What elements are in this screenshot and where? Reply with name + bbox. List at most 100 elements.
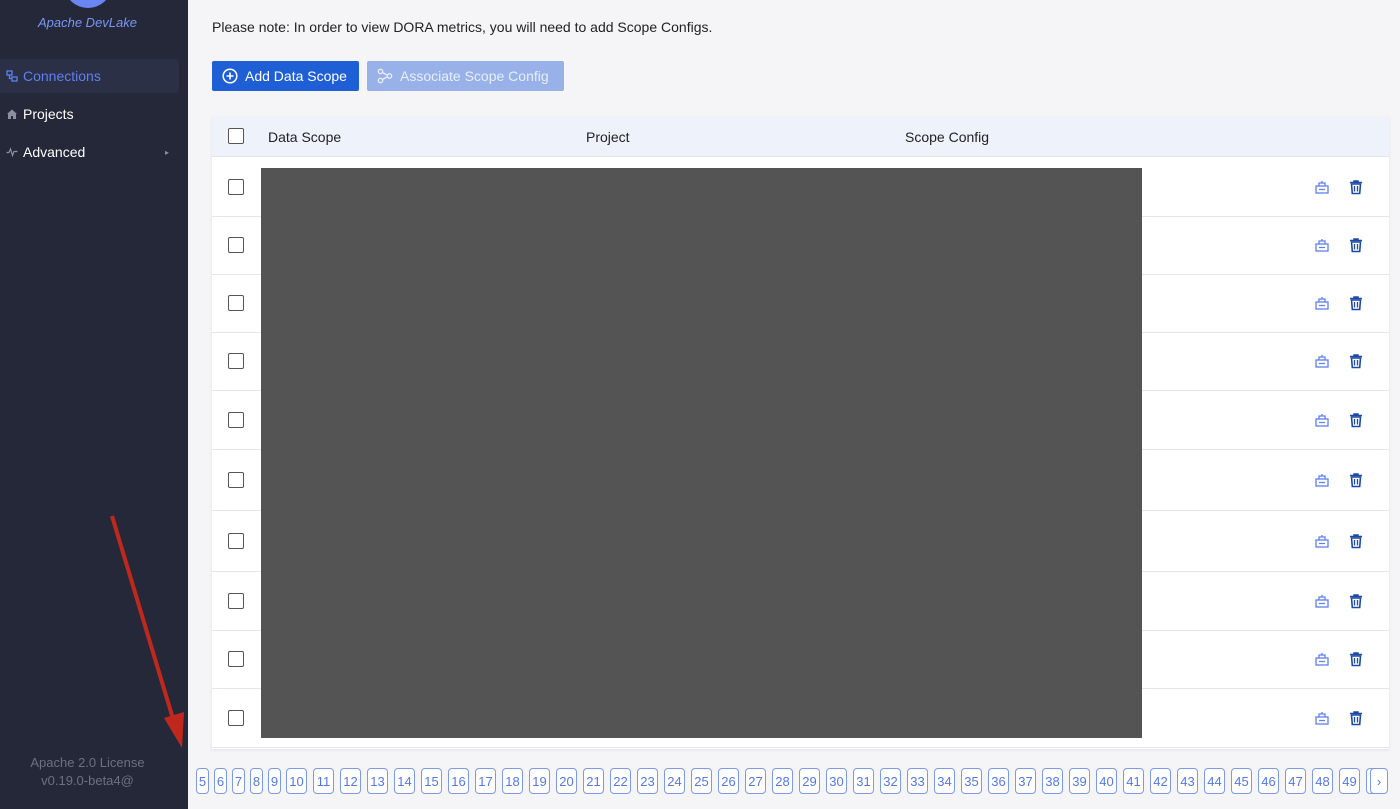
- delete-icon[interactable]: [1348, 412, 1364, 428]
- branch-icon: [377, 68, 393, 84]
- delete-icon[interactable]: [1348, 472, 1364, 488]
- page-button[interactable]: 20: [556, 768, 577, 794]
- sidebar-item-projects[interactable]: Projects: [0, 97, 179, 131]
- page-button[interactable]: 48: [1312, 768, 1333, 794]
- delete-icon[interactable]: [1348, 710, 1364, 726]
- select-all-checkbox[interactable]: [228, 128, 244, 144]
- scope-config-icon[interactable]: [1314, 353, 1330, 369]
- page-button[interactable]: 6: [214, 768, 227, 794]
- sidebar-item-connections[interactable]: Connections: [0, 59, 179, 93]
- page-button[interactable]: 41: [1123, 768, 1144, 794]
- page-button[interactable]: 28: [772, 768, 793, 794]
- scope-config-icon[interactable]: [1314, 472, 1330, 488]
- page-button[interactable]: 38: [1042, 768, 1063, 794]
- page-button[interactable]: 49: [1339, 768, 1360, 794]
- page-button[interactable]: 35: [961, 768, 982, 794]
- scope-config-icon[interactable]: [1314, 237, 1330, 253]
- page-button[interactable]: 9: [268, 768, 281, 794]
- page-button[interactable]: 21: [583, 768, 604, 794]
- page-button[interactable]: 16: [448, 768, 469, 794]
- page-button[interactable]: 13: [367, 768, 388, 794]
- delete-icon[interactable]: [1348, 295, 1364, 311]
- redacted-content: [261, 168, 1142, 738]
- page-button[interactable]: 34: [934, 768, 955, 794]
- delete-icon[interactable]: [1348, 179, 1364, 195]
- associate-scope-config-button[interactable]: Associate Scope Config: [367, 61, 564, 91]
- delete-icon[interactable]: [1348, 237, 1364, 253]
- dora-note: Please note: In order to view DORA metri…: [212, 19, 713, 35]
- page-button[interactable]: 43: [1177, 768, 1198, 794]
- delete-icon[interactable]: [1348, 533, 1364, 549]
- row-checkbox[interactable]: [228, 710, 244, 726]
- scope-config-icon[interactable]: [1314, 179, 1330, 195]
- page-button[interactable]: 14: [394, 768, 415, 794]
- page-button[interactable]: 40: [1096, 768, 1117, 794]
- table-header: Data Scope Project Scope Config: [212, 117, 1389, 157]
- page-button[interactable]: 46: [1258, 768, 1279, 794]
- row-checkbox[interactable]: [228, 179, 244, 195]
- page-button[interactable]: 8: [250, 768, 263, 794]
- page-button[interactable]: 17: [475, 768, 496, 794]
- delete-icon[interactable]: [1348, 353, 1364, 369]
- row-checkbox[interactable]: [228, 651, 244, 667]
- page-button[interactable]: 24: [664, 768, 685, 794]
- page-button[interactable]: 26: [718, 768, 739, 794]
- row-checkbox[interactable]: [228, 353, 244, 369]
- page-button[interactable]: 30: [826, 768, 847, 794]
- row-checkbox[interactable]: [228, 295, 244, 311]
- page-button[interactable]: 42: [1150, 768, 1171, 794]
- page-button[interactable]: 47: [1285, 768, 1306, 794]
- delete-icon[interactable]: [1348, 651, 1364, 667]
- row-checkbox[interactable]: [228, 412, 244, 428]
- scope-config-icon[interactable]: [1314, 593, 1330, 609]
- page-button[interactable]: 10: [286, 768, 307, 794]
- page-button[interactable]: 33: [907, 768, 928, 794]
- page-button[interactable]: 23: [637, 768, 658, 794]
- scope-config-icon[interactable]: [1314, 651, 1330, 667]
- row-checkbox[interactable]: [228, 472, 244, 488]
- license-text: Apache 2.0 License: [30, 755, 145, 770]
- page-button[interactable]: 18: [502, 768, 523, 794]
- scope-config-icon[interactable]: [1314, 295, 1330, 311]
- sidebar: Apache DevLake Connections Projects Adva…: [0, 0, 188, 809]
- page-button[interactable]: 44: [1204, 768, 1225, 794]
- page-button[interactable]: 11: [313, 768, 334, 794]
- page-button[interactable]: 12: [340, 768, 361, 794]
- page-button[interactable]: 45: [1231, 768, 1252, 794]
- page-button[interactable]: 32: [880, 768, 901, 794]
- page-button[interactable]: 25: [691, 768, 712, 794]
- page-button[interactable]: 7: [232, 768, 245, 794]
- page-button[interactable]: 36: [988, 768, 1009, 794]
- next-page-button[interactable]: ›: [1370, 768, 1388, 794]
- page-button[interactable]: 39: [1069, 768, 1090, 794]
- page-button[interactable]: 5: [196, 768, 209, 794]
- row-checkbox[interactable]: [228, 593, 244, 609]
- scope-config-icon[interactable]: [1314, 412, 1330, 428]
- plus-circle-icon: [222, 68, 238, 84]
- page-button[interactable]: 31: [853, 768, 874, 794]
- sidebar-item-advanced[interactable]: Advanced ▸: [0, 135, 179, 169]
- page-button[interactable]: 15: [421, 768, 442, 794]
- page-button[interactable]: 27: [745, 768, 766, 794]
- page-button[interactable]: 29: [799, 768, 820, 794]
- row-checkbox[interactable]: [228, 533, 244, 549]
- pulse-icon: [0, 146, 23, 158]
- home-icon: [0, 108, 23, 120]
- scope-config-icon[interactable]: [1314, 533, 1330, 549]
- sidebar-item-label: Projects: [23, 106, 74, 122]
- sidebar-item-label: Advanced: [23, 144, 86, 160]
- add-data-scope-button[interactable]: Add Data Scope: [212, 61, 359, 91]
- devlake-logo-icon: [66, 0, 110, 8]
- data-scope-table: Data Scope Project Scope Config: [212, 117, 1389, 749]
- page-button[interactable]: 37: [1015, 768, 1036, 794]
- sidebar-item-label: Connections: [23, 68, 101, 84]
- row-checkbox[interactable]: [228, 237, 244, 253]
- app-name: Apache DevLake: [37, 15, 137, 30]
- column-header-data-scope: Data Scope: [268, 129, 342, 145]
- page-button[interactable]: 19: [529, 768, 550, 794]
- associate-scope-config-label: Associate Scope Config: [400, 68, 549, 84]
- page-button[interactable]: 22: [610, 768, 631, 794]
- delete-icon[interactable]: [1348, 593, 1364, 609]
- scope-config-icon[interactable]: [1314, 710, 1330, 726]
- connections-icon: [0, 70, 23, 82]
